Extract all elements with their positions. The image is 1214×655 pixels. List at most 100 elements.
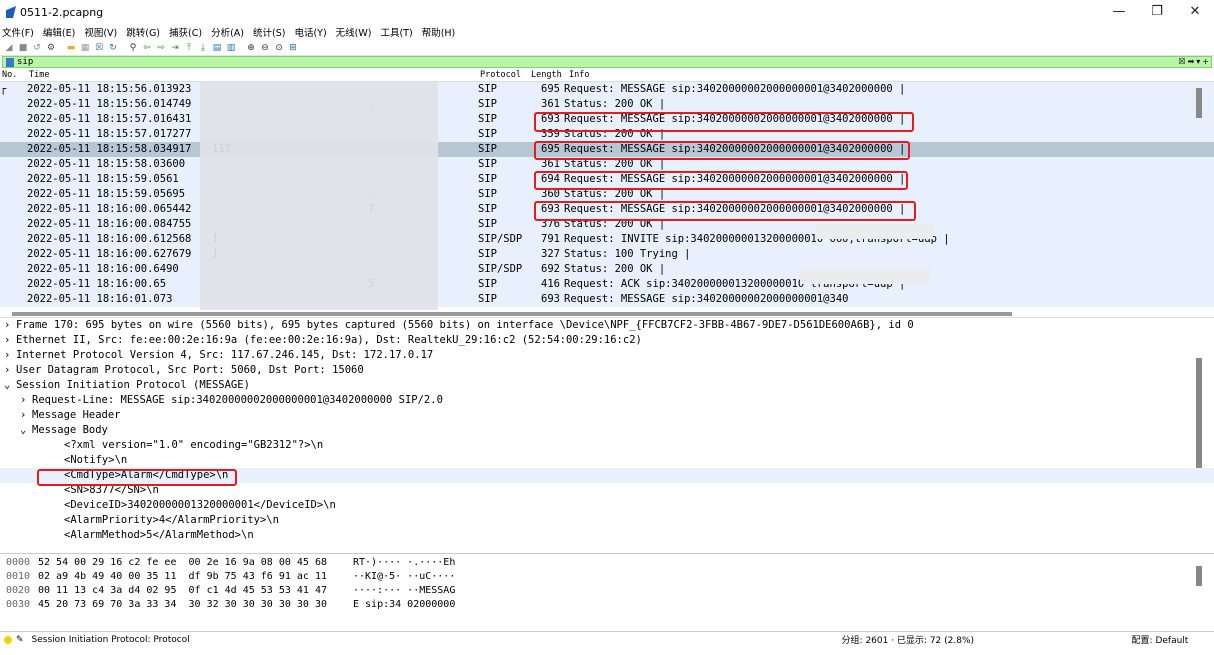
packet-info: Request: MESSAGE sip:3402000000200000000… (564, 293, 849, 305)
packet-row[interactable]: 2022-05-11 18:16:00.6490 SIP/SDP 692 Status… (0, 262, 1214, 277)
detail-row[interactable]: › Message Header (0, 408, 1214, 423)
detail-row[interactable]: ⌄ Message Body (0, 423, 1214, 438)
menu-wireless[interactable]: 无线(W) (336, 25, 372, 39)
detail-row[interactable]: ⌄ Session Initiation Protocol (MESSAGE) (0, 378, 1214, 393)
col-no[interactable]: No. (2, 70, 29, 80)
packet-time: 2022-05-11 18:15:57.017277 (27, 128, 192, 140)
menu-edit[interactable]: 编辑(E) (43, 25, 75, 39)
expand-toggle-icon[interactable]: ⌄ (4, 378, 16, 393)
packet-details: › Frame 170: 695 bytes on wire (5560 bits… (0, 318, 1214, 554)
expand-toggle-icon[interactable]: › (4, 318, 16, 333)
detail-row[interactable]: › Ethernet II, Src: fe:ee:00:2e:16:9a (fe… (0, 333, 1214, 348)
packet-row[interactable]: 2022-05-11 18:16:00.655SIP416Request: AC… (0, 277, 1214, 292)
expand-toggle-icon[interactable]: ⌄ (20, 423, 32, 438)
menu-statistics[interactable]: 统计(S) (253, 25, 285, 39)
packet-no (0, 262, 27, 277)
detail-row[interactable]: <?xml version="1.0" encoding="GB2312"?>\… (0, 438, 1214, 453)
expand-toggle-icon[interactable]: › (4, 363, 16, 378)
hex-row[interactable]: 0020 00 11 13 c4 3a d4 02 95 0f c1 4d 45 … (0, 584, 1214, 598)
resize-columns-icon[interactable]: ⊞ (287, 42, 299, 54)
packet-row[interactable]: 2022-05-11 18:16:00.6125681SIP/SDP791Req… (0, 232, 1214, 247)
menu-file[interactable]: 文件(F) (2, 25, 34, 39)
minimize-button[interactable]: — (1100, 0, 1138, 24)
packet-row[interactable]: ┌ 2022-05-11 18:15:56.013923 SIP 695 Request… (0, 82, 1214, 97)
hex-row[interactable]: 0030 45 20 73 69 70 3a 33 34 30 32 30 30 … (0, 598, 1214, 612)
menu-telephony[interactable]: 电话(Y) (294, 25, 326, 39)
reload-file-icon[interactable]: ↻ (107, 42, 119, 54)
menu-tools[interactable]: 工具(T) (380, 25, 412, 39)
stop-capture-icon[interactable]: ■ (17, 42, 29, 54)
zoom-out-icon[interactable]: ⊖ (259, 42, 271, 54)
packet-protocol: SIP (478, 293, 497, 305)
packet-list-hscroll[interactable] (0, 310, 1214, 318)
packet-time: 2022-05-11 18:15:56.014749 (27, 98, 192, 110)
zoom-in-icon[interactable]: ⊕ (245, 42, 257, 54)
hex-row[interactable]: 0010 02 a9 4b 49 40 00 35 11 df 9b 75 43 … (0, 570, 1214, 584)
menu-analyze[interactable]: 分析(A) (211, 25, 244, 39)
menu-help[interactable]: 帮助(H) (422, 25, 456, 39)
apply-filter-icon[interactable]: ➡ (1188, 57, 1195, 66)
detail-row[interactable]: <DeviceID>34020000001320000001</DeviceID… (0, 498, 1214, 513)
hex-bytes: 00 11 13 c4 3a d4 02 95 0f c1 4d 45 53 5… (38, 585, 327, 596)
start-capture-icon[interactable]: ◢ (3, 42, 15, 54)
packet-protocol: SIP/SDP (478, 263, 523, 275)
bytes-scrollbar[interactable] (1196, 566, 1202, 586)
clear-filter-icon[interactable]: ☒ (1178, 57, 1185, 66)
col-time[interactable]: Time (29, 70, 214, 80)
restore-button[interactable]: ❐ (1138, 0, 1176, 24)
last-packet-icon[interactable]: ⤓ (197, 42, 209, 54)
col-info[interactable]: Info (569, 70, 1214, 80)
expand-toggle-icon[interactable]: › (4, 348, 16, 363)
close-file-icon[interactable]: ☒ (93, 42, 105, 54)
menu-capture[interactable]: 捕获(C) (169, 25, 202, 39)
expand-toggle-icon[interactable]: › (20, 393, 32, 408)
detail-row[interactable]: <AlarmMethod>5</AlarmMethod>\n (0, 528, 1214, 543)
first-packet-icon[interactable]: ⤒ (183, 42, 195, 54)
packet-row[interactable]: 2022-05-11 18:16:01.073 SIP 693 Request: ME… (0, 292, 1214, 307)
packet-row[interactable]: 2022-05-11 18:15:56.014749,SIP361Status:… (0, 97, 1214, 112)
expand-toggle-icon[interactable]: › (4, 333, 16, 348)
detail-row[interactable]: › Frame 170: 695 bytes on wire (5560 bits… (0, 318, 1214, 333)
close-button[interactable]: ✕ (1176, 0, 1214, 24)
packet-length: 692 (541, 263, 560, 275)
menu-go[interactable]: 跳转(G) (126, 25, 160, 39)
packet-length: 361 (541, 98, 560, 110)
detail-text: Request-Line: MESSAGE sip:34020000002000… (32, 394, 443, 406)
go-forward-icon[interactable]: ⇨ (155, 42, 167, 54)
menu-bar: 文件(F) 编辑(E) 视图(V) 跳转(G) 捕获(C) 分析(A) 统计(S… (0, 24, 1214, 40)
display-filter-input[interactable] (17, 57, 1211, 67)
status-field: Session Initiation Protocol: Protocol (31, 634, 190, 645)
status-bar: ✎ Session Initiation Protocol: Protocol … (0, 631, 1214, 647)
packet-list-scrollbar[interactable] (1196, 88, 1202, 118)
packet-row[interactable]: 2022-05-11 18:16:00.6276791SIP327Status:… (0, 247, 1214, 262)
detail-row[interactable]: <Notify>\n (0, 453, 1214, 468)
details-scrollbar[interactable] (1196, 358, 1202, 468)
profile[interactable]: 配置: Default (1132, 633, 1189, 646)
save-file-icon[interactable]: ▦ (79, 42, 91, 54)
detail-row[interactable]: <AlarmPriority>4</AlarmPriority>\n (0, 513, 1214, 528)
restart-capture-icon[interactable]: ↺ (31, 42, 43, 54)
bookmark-icon[interactable] (6, 57, 14, 67)
col-protocol[interactable]: Protocol (480, 70, 531, 80)
packet-time: 2022-05-11 18:16:00.612568 (27, 233, 192, 245)
hex-row[interactable]: 0000 52 54 00 29 16 c2 fe ee 00 2e 16 9a … (0, 556, 1214, 570)
expert-info-icon[interactable] (4, 635, 12, 644)
autoscroll-icon[interactable]: ▤ (211, 42, 223, 54)
find-packet-icon[interactable]: ⚲ (127, 42, 139, 54)
detail-row[interactable]: › User Datagram Protocol, Src Port: 5060,… (0, 363, 1214, 378)
edit-comment-icon[interactable]: ✎ (16, 635, 24, 645)
go-back-icon[interactable]: ⇦ (141, 42, 153, 54)
capture-options-icon[interactable]: ⚙ (45, 42, 57, 54)
detail-row[interactable]: › Request-Line: MESSAGE sip:3402000000200… (0, 393, 1214, 408)
detail-row[interactable]: › Internet Protocol Version 4, Src: 117.6… (0, 348, 1214, 363)
zoom-reset-icon[interactable]: ⊙ (273, 42, 285, 54)
menu-view[interactable]: 视图(V) (84, 25, 117, 39)
open-file-icon[interactable]: ▬ (65, 42, 77, 54)
go-to-packet-icon[interactable]: ⇥ (169, 42, 181, 54)
window-title: 0511-2.pcapng (20, 5, 104, 19)
expand-toggle-icon[interactable]: › (20, 408, 32, 423)
colorize-icon[interactable]: ▥ (225, 42, 237, 54)
col-length[interactable]: Length (531, 70, 569, 80)
filter-dropdown-icon[interactable]: ▾ (1196, 57, 1200, 66)
add-filter-button-icon[interactable]: + (1202, 57, 1209, 66)
